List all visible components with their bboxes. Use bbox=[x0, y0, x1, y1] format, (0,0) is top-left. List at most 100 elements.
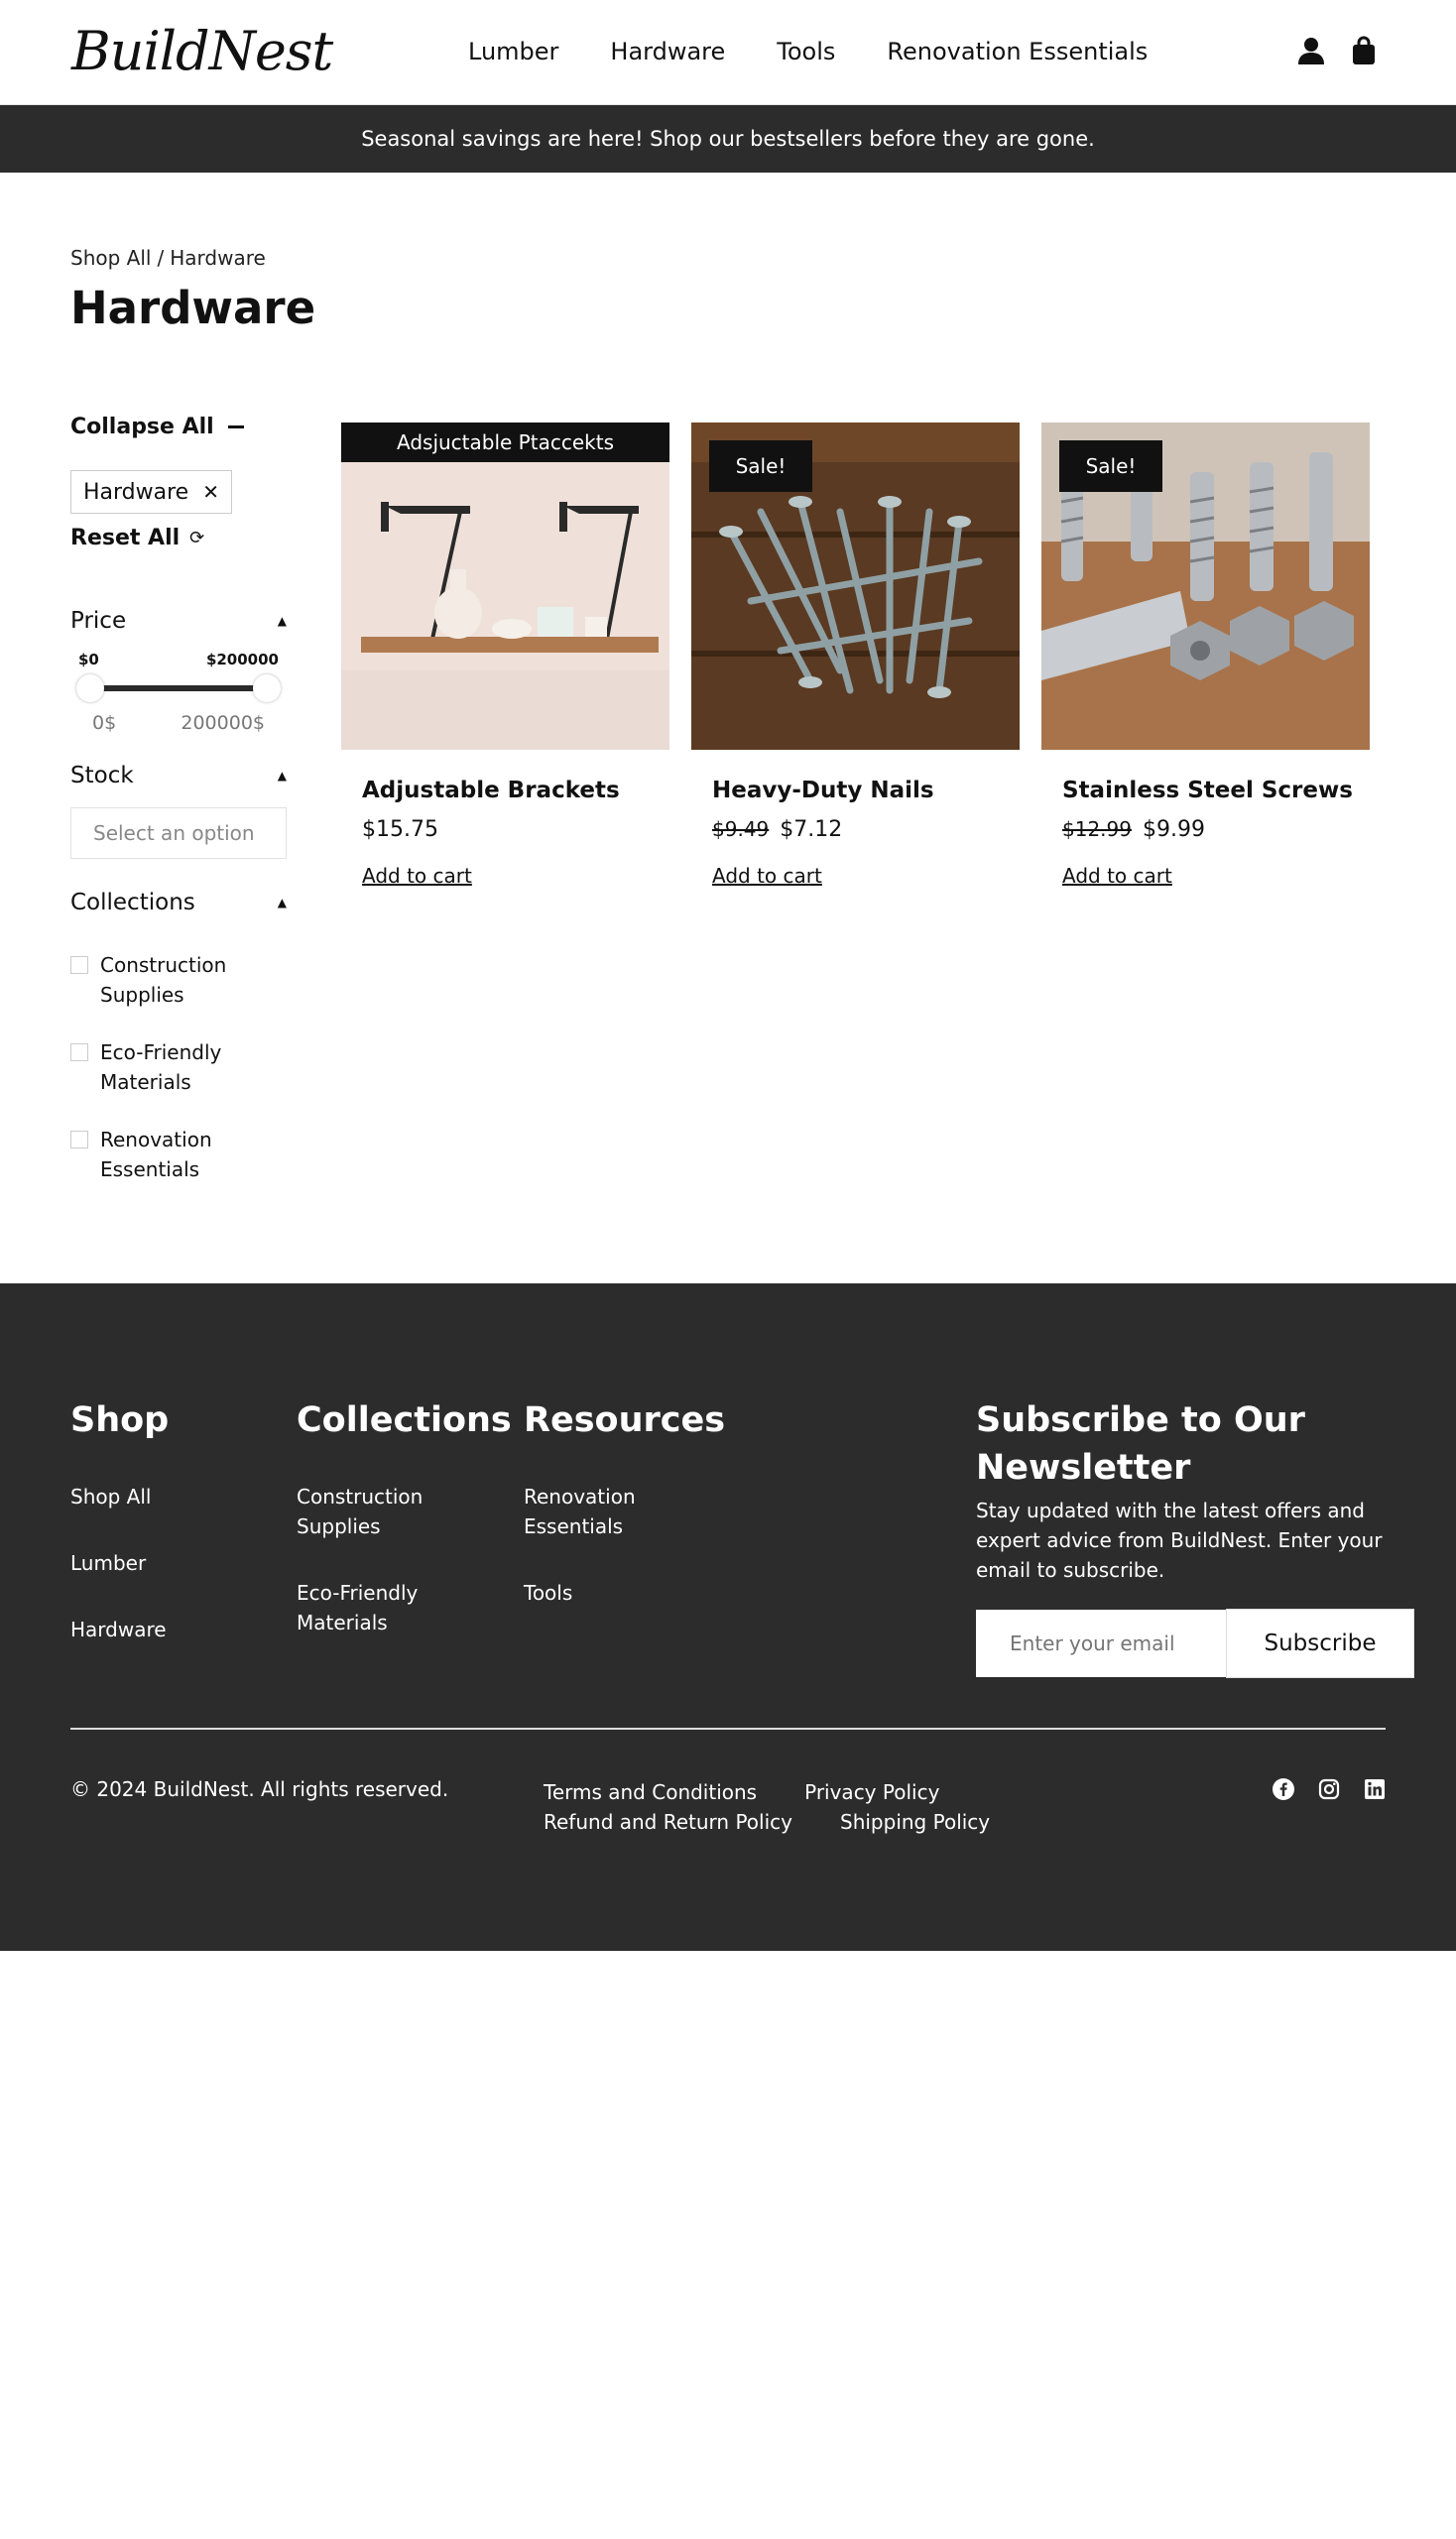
image-caption: Adsjuctable Ptaccekts bbox=[341, 423, 669, 462]
product-image-brackets[interactable]: Adsjuctable Ptaccekts bbox=[341, 423, 669, 750]
footer-link-renovation-essentials[interactable]: Renovation Essentials bbox=[524, 1485, 636, 1538]
original-price: $9.49 bbox=[712, 817, 770, 841]
instagram-icon[interactable] bbox=[1317, 1777, 1341, 1801]
collection-checkbox-renovation[interactable]: Renovation Essentials bbox=[70, 1125, 287, 1184]
footer-link-shop-all[interactable]: Shop All bbox=[70, 1485, 151, 1509]
stock-filter-header[interactable]: Stock ▲ bbox=[70, 756, 287, 795]
account-icon[interactable] bbox=[1297, 36, 1325, 65]
footer-collections-column: Collections Construction Supplies Eco-Fr… bbox=[297, 1396, 512, 1674]
product-name[interactable]: Stainless Steel Screws bbox=[1041, 778, 1370, 803]
minus-icon bbox=[227, 424, 244, 428]
checkbox-label: Eco-Friendly Materials bbox=[100, 1040, 222, 1094]
legal-links: Terms and Conditions Privacy Policy Refun… bbox=[544, 1777, 1059, 1837]
footer-resources-title: Resources bbox=[524, 1400, 726, 1440]
nav-hardware[interactable]: Hardware bbox=[610, 34, 725, 69]
sale-badge: Sale! bbox=[709, 440, 812, 492]
product-price: $12.99 $9.99 bbox=[1041, 817, 1370, 842]
footer-link-construction-supplies[interactable]: Construction Supplies bbox=[297, 1485, 423, 1538]
product-card: Sale! Stainless Steel Screws $12.99 $9.9… bbox=[1041, 423, 1370, 888]
checkbox[interactable] bbox=[70, 1043, 88, 1061]
refresh-icon: ⟳ bbox=[189, 527, 205, 548]
nav-renovation-essentials[interactable]: Renovation Essentials bbox=[887, 34, 1148, 69]
shipping-link[interactable]: Shipping Policy bbox=[840, 1807, 990, 1837]
refund-link[interactable]: Refund and Return Policy bbox=[544, 1807, 792, 1837]
facebook-icon[interactable] bbox=[1272, 1777, 1295, 1801]
chevron-up-icon: ▲ bbox=[277, 769, 287, 783]
add-to-cart-button[interactable]: Add to cart bbox=[362, 864, 472, 888]
reset-all-button[interactable]: Reset All ⟳ bbox=[70, 518, 287, 557]
active-filter-chip[interactable]: Hardware ✕ bbox=[70, 470, 232, 514]
collections-filter-header[interactable]: Collections ▲ bbox=[70, 883, 287, 922]
breadcrumb-separator: / bbox=[157, 246, 165, 270]
chevron-up-icon: ▲ bbox=[277, 896, 287, 909]
product-card: Adsjuctable Ptaccekts Adjustable Bracket… bbox=[341, 423, 669, 888]
current-price: $7.12 bbox=[780, 817, 843, 842]
close-icon[interactable]: ✕ bbox=[202, 480, 219, 504]
breadcrumb-shop-all[interactable]: Shop All bbox=[70, 246, 151, 270]
add-to-cart-button[interactable]: Add to cart bbox=[1062, 864, 1172, 888]
product-card: Sale! Heavy-Duty Nails $9.49 $7.12 Add t… bbox=[691, 423, 1020, 888]
breadcrumb: Shop All / Hardware bbox=[70, 246, 266, 270]
current-price: $9.99 bbox=[1142, 817, 1205, 842]
newsletter: Subscribe to Our Newsletter Stay updated… bbox=[976, 1396, 1402, 1585]
breadcrumb-current: Hardware bbox=[170, 246, 266, 270]
cart-icon[interactable] bbox=[1351, 36, 1379, 65]
linkedin-icon[interactable] bbox=[1363, 1777, 1387, 1801]
nav-tools[interactable]: Tools bbox=[777, 34, 835, 69]
logo[interactable]: BuildNest bbox=[71, 16, 333, 87]
current-price: $15.75 bbox=[362, 817, 438, 842]
site-footer: Shop Shop All Lumber Hardware Collection… bbox=[0, 1283, 1456, 1951]
product-image-screws[interactable]: Sale! bbox=[1041, 423, 1370, 750]
collection-checkbox-eco-friendly[interactable]: Eco-Friendly Materials bbox=[70, 1037, 287, 1097]
add-to-cart-button[interactable]: Add to cart bbox=[712, 864, 822, 888]
privacy-link[interactable]: Privacy Policy bbox=[804, 1777, 939, 1807]
price-slider-max-handle[interactable] bbox=[253, 674, 281, 702]
collections-filter-label: Collections bbox=[70, 890, 195, 915]
price-min-value: 0$ bbox=[92, 712, 117, 734]
product-price: $15.75 bbox=[341, 817, 669, 842]
price-slider-track bbox=[88, 685, 269, 691]
reset-all-label: Reset All bbox=[70, 525, 181, 550]
stock-filter-label: Stock bbox=[70, 763, 134, 788]
page-title: Hardware bbox=[70, 282, 316, 334]
nav-lumber[interactable]: Lumber bbox=[468, 34, 558, 69]
product-image-nails[interactable]: Sale! bbox=[691, 423, 1020, 750]
price-slider[interactable] bbox=[70, 672, 287, 702]
price-range-values: 0$ 200000$ bbox=[70, 712, 287, 734]
copyright: © 2024 BuildNest. All rights reserved. bbox=[70, 1777, 449, 1801]
terms-link[interactable]: Terms and Conditions bbox=[544, 1777, 757, 1807]
header-actions bbox=[1297, 36, 1379, 65]
newsletter-title: Subscribe to Our Newsletter bbox=[976, 1400, 1305, 1488]
checkbox-label: Construction Supplies bbox=[100, 953, 227, 1007]
footer-link-hardware[interactable]: Hardware bbox=[70, 1618, 167, 1641]
checkbox[interactable] bbox=[70, 956, 88, 974]
footer-shop-column: Shop Shop All Lumber Hardware bbox=[70, 1396, 239, 1681]
footer-link-eco-friendly[interactable]: Eco-Friendly Materials bbox=[297, 1581, 418, 1634]
site-header: BuildNest Lumber Hardware Tools Renovati… bbox=[0, 0, 1456, 105]
email-field[interactable] bbox=[976, 1610, 1228, 1677]
footer-resources-column: Resources Renovation Essentials Tools bbox=[524, 1396, 725, 1644]
checkbox[interactable] bbox=[70, 1131, 88, 1149]
original-price: $12.99 bbox=[1062, 817, 1132, 841]
collapse-all-label: Collapse All bbox=[70, 414, 214, 439]
price-filter: Price ▲ $0 $200000 0$ 200000$ bbox=[70, 601, 287, 734]
product-name[interactable]: Adjustable Brackets bbox=[341, 778, 669, 803]
price-max-label: $200000 bbox=[205, 651, 279, 668]
price-filter-header[interactable]: Price ▲ bbox=[70, 601, 287, 641]
chevron-up-icon: ▲ bbox=[277, 614, 287, 628]
footer-link-lumber[interactable]: Lumber bbox=[70, 1551, 146, 1575]
price-slider-min-handle[interactable] bbox=[76, 674, 104, 702]
footer-divider bbox=[70, 1728, 1386, 1730]
subscribe-button[interactable]: Subscribe bbox=[1226, 1609, 1414, 1678]
sale-badge: Sale! bbox=[1059, 440, 1162, 492]
collection-checkbox-construction[interactable]: Construction Supplies bbox=[70, 950, 287, 1010]
main-nav: Lumber Hardware Tools Renovation Essenti… bbox=[468, 34, 1148, 69]
product-name[interactable]: Heavy-Duty Nails bbox=[691, 778, 1020, 803]
checkbox-label: Renovation Essentials bbox=[100, 1128, 212, 1181]
footer-link-tools[interactable]: Tools bbox=[524, 1581, 572, 1605]
footer-shop-title: Shop bbox=[70, 1400, 170, 1440]
product-price: $9.49 $7.12 bbox=[691, 817, 1020, 842]
stock-select[interactable]: Select an option bbox=[70, 807, 287, 859]
collapse-all-button[interactable]: Collapse All bbox=[70, 407, 287, 446]
stock-filter: Stock ▲ Select an option bbox=[70, 756, 287, 859]
